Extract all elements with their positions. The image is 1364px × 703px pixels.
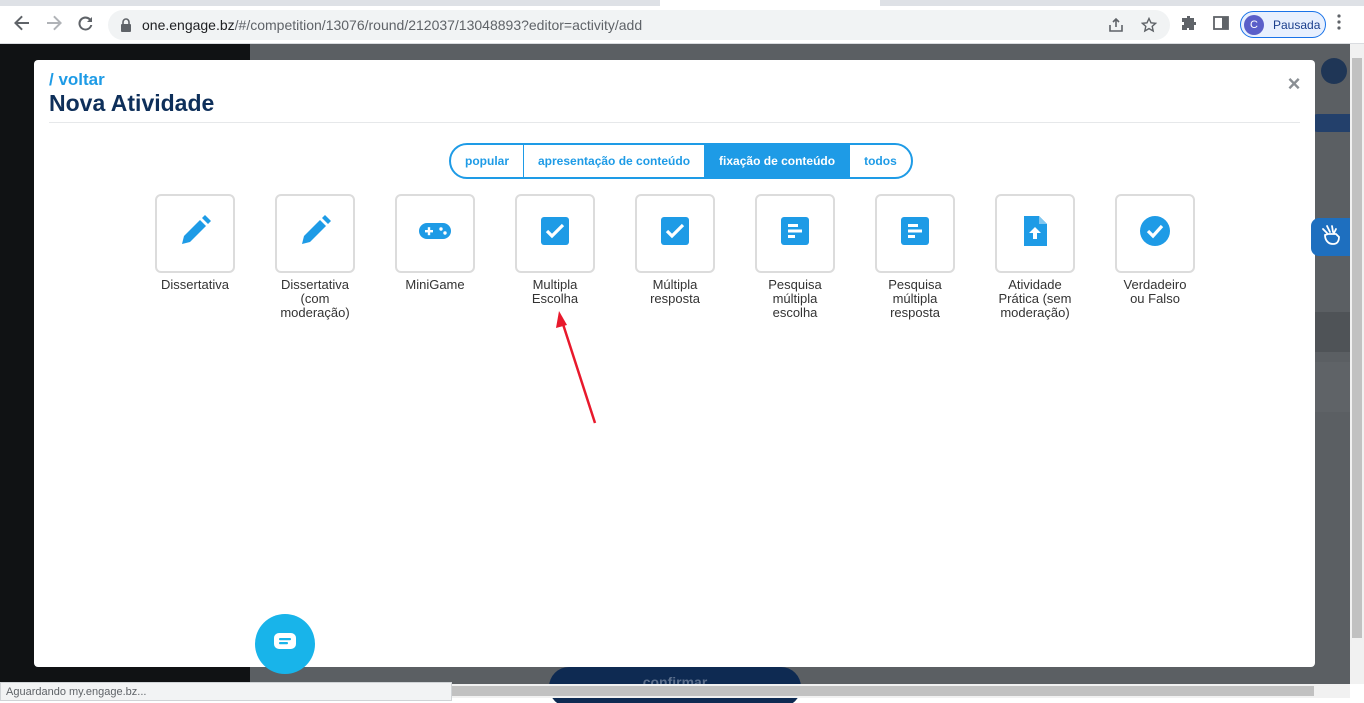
status-bar: Aguardando my.engage.bz... [0, 682, 452, 701]
chat-icon [273, 632, 297, 657]
annotation-arrow [556, 311, 597, 424]
chat-button[interactable] [255, 614, 315, 674]
accessibility-widget[interactable] [1311, 218, 1350, 256]
sign-language-icon [1319, 223, 1343, 252]
